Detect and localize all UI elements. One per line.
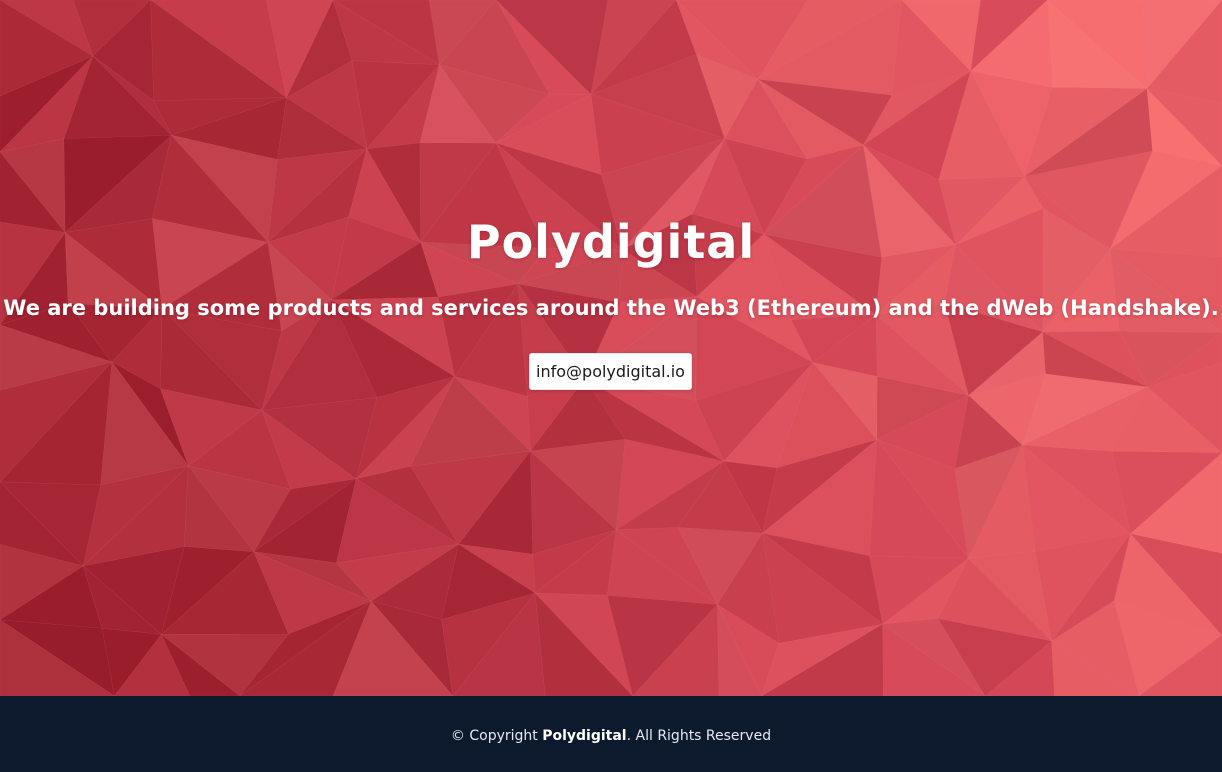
copyright-brand: Polydigital [542,728,627,744]
copyright-text: © Copyright Polydigital. All Rights Rese… [0,726,1222,746]
site-footer: © Copyright Polydigital. All Rights Rese… [0,696,1222,772]
copyright-prefix: © Copyright [450,728,538,744]
hero-section: Polydigital We are building some product… [0,0,1222,696]
site-title: Polydigital [466,215,756,269]
site-tagline: We are building some products and servic… [3,296,1219,320]
hero-content: Polydigital We are building some product… [0,0,1222,696]
landing-page: Polydigital We are building some product… [0,0,1222,772]
email-contact-button[interactable]: info@polydigital.io [529,353,692,390]
copyright-rights: . All Rights Reserved [626,728,772,744]
